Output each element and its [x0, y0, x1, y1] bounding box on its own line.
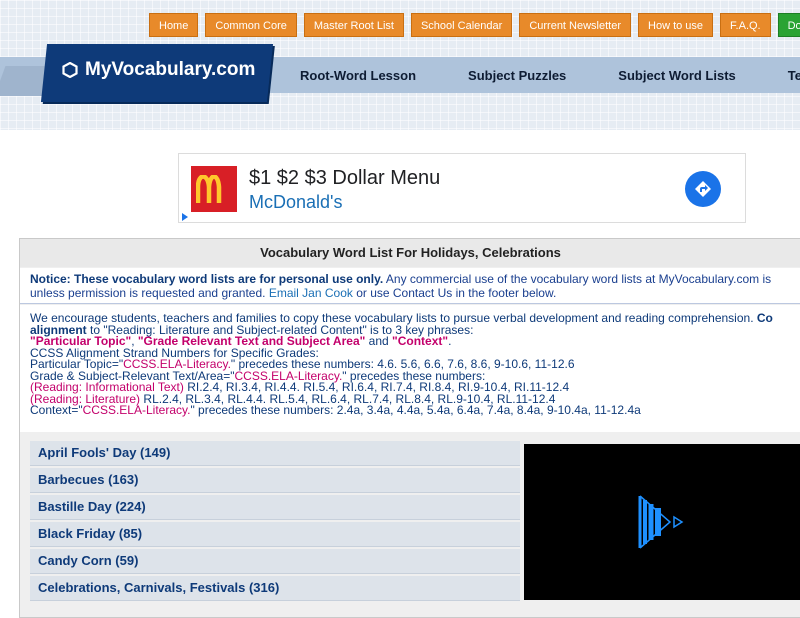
nav-current-newsletter-button[interactable]: Current Newsletter: [519, 13, 632, 37]
nav-master-root-list-button[interactable]: Master Root List: [303, 13, 404, 37]
list-item[interactable]: April Fools' Day (149): [30, 441, 520, 466]
nav-home-button[interactable]: Home: [149, 13, 199, 37]
notice-text-2: unless permission is requested and grant…: [30, 286, 266, 300]
sep-2: and: [365, 334, 393, 348]
ctx-label: Context=": [30, 403, 83, 417]
top-nav: Home Common Core Master Root List School…: [149, 13, 800, 37]
mcdonalds-logo: [191, 166, 237, 212]
ad-brand: McDonald's: [249, 192, 343, 212]
nav-faq-button[interactable]: F.A.Q.: [720, 13, 771, 37]
ctx-code: CCSS.ELA-Literacy.: [82, 403, 191, 417]
nav-subject-word-lists[interactable]: Subject Word Lists: [618, 68, 736, 83]
nav-donate-button[interactable]: Donate: [777, 13, 800, 37]
golden-arches-icon: [196, 175, 222, 203]
word-list: April Fools' Day (149) Barbecues (163) B…: [30, 441, 520, 603]
nav-test-prep[interactable]: Test Pre: [788, 68, 800, 83]
ad-title: $1 $2 $3 Dollar Menu: [249, 167, 441, 189]
list-item[interactable]: Barbecues (163): [30, 468, 520, 493]
list-item[interactable]: Black Friday (85): [30, 522, 520, 547]
notice-bold: Notice: These vocabulary word lists are …: [30, 272, 384, 286]
notice-box: Notice: These vocabulary word lists are …: [20, 268, 800, 304]
nav-common-core-button[interactable]: Common Core: [205, 13, 297, 37]
ccss-label-start: Co: [756, 311, 773, 325]
notice-text-3: or use Contact Us in the footer below.: [352, 286, 557, 300]
nav-subject-puzzles[interactable]: Subject Puzzles: [468, 68, 566, 83]
nav-school-calendar-button[interactable]: School Calendar: [410, 13, 513, 37]
main-nav: Root-Word Lesson Subject Puzzles Subject…: [300, 57, 800, 93]
nav-how-to-use-button[interactable]: How to use: [638, 13, 714, 37]
play-logo-icon: [638, 495, 684, 549]
sep-3: .: [448, 334, 452, 348]
advertisement[interactable]: $1 $2 $3 Dollar Menu McDonald's: [178, 153, 746, 223]
site-logo[interactable]: MyVocabulary.com: [62, 59, 255, 81]
list-item[interactable]: Celebrations, Carnivals, Festivals (316): [30, 576, 520, 601]
video-player[interactable]: [524, 444, 800, 600]
directions-arrow-icon[interactable]: [685, 171, 721, 207]
ad-choices-icon[interactable]: [181, 212, 189, 222]
page-title: Vocabulary Word List For Holidays, Celeb…: [20, 239, 800, 267]
ccss-alignment-box: We encourage students, teachers and fami…: [20, 305, 800, 432]
email-link[interactable]: Email Jan Cook: [269, 286, 353, 300]
notice-text: Any commercial use of the vocabulary wor…: [383, 272, 772, 286]
list-item[interactable]: Candy Corn (59): [30, 549, 520, 574]
logo-text: MyVocabulary.com: [85, 59, 256, 80]
phrase-context: "Context": [392, 334, 449, 348]
hexagon-icon: [62, 62, 78, 78]
ctx-numbers: " precedes these numbers: 2.4a, 3.4a, 4.…: [190, 403, 641, 417]
list-item[interactable]: Bastille Day (224): [30, 495, 520, 520]
nav-root-word-lesson[interactable]: Root-Word Lesson: [300, 68, 416, 83]
